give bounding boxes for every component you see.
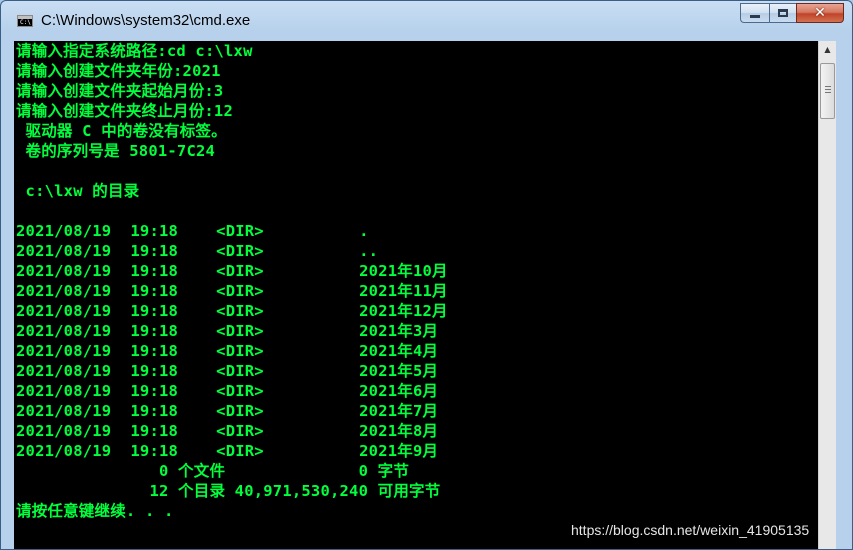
cmd-app-icon[interactable]: C:\ [17, 15, 33, 27]
console-line: 2021/08/19 19:18 <DIR> 2021年10月 [16, 262, 448, 280]
cmd-app-icon-label: C:\ [20, 19, 31, 26]
console-line: 12 个目录 40,971,530,240 可用字节 [16, 482, 441, 500]
console-line: 2021/08/19 19:18 <DIR> . [16, 222, 369, 240]
console-line: 2021/08/19 19:18 <DIR> 2021年9月 [16, 442, 439, 460]
console-line: 2021/08/19 19:18 <DIR> 2021年6月 [16, 382, 439, 400]
scrollbar-thumb[interactable] [820, 63, 835, 119]
console-line: 请按任意键继续. . . [16, 502, 174, 520]
grip-line [825, 89, 831, 90]
console-line: 请输入创建文件夹年份:2021 [16, 62, 221, 80]
maximize-button[interactable] [769, 3, 796, 23]
watermark-text: https://blog.csdn.net/weixin_41905135 [571, 522, 810, 538]
console-line: 2021/08/19 19:18 <DIR> 2021年4月 [16, 342, 439, 360]
console-output[interactable]: 请输入指定系统路径:cd c:\lxw 请输入创建文件夹年份:2021 请输入创建文… [14, 41, 818, 549]
console-line: 请输入创建文件夹终止月份:12 [16, 102, 233, 120]
console-line: 请输入创建文件夹起始月份:3 [16, 82, 224, 100]
console-line: 2021/08/19 19:18 <DIR> 2021年8月 [16, 422, 439, 440]
cmd-window: C:\ C:\Windows\system32\cmd.exe ✕ 请输入指定系… [0, 0, 853, 550]
console-line: c:\lxw 的目录 [16, 182, 140, 200]
minimize-icon [750, 15, 760, 18]
title-bar[interactable]: C:\ C:\Windows\system32\cmd.exe ✕ [1, 1, 852, 41]
console-lines: 请输入指定系统路径:cd c:\lxw 请输入创建文件夹年份:2021 请输入创建文… [16, 41, 448, 521]
maximize-icon [778, 9, 788, 17]
window-title: C:\Windows\system32\cmd.exe [41, 12, 251, 29]
close-button[interactable]: ✕ [796, 3, 844, 23]
window-frame-right [836, 41, 852, 549]
console-line: 请输入指定系统路径:cd c:\lxw [16, 42, 253, 60]
grip-line [825, 92, 831, 93]
scroll-up-icon[interactable]: ▲ [819, 41, 836, 58]
minimize-button[interactable] [740, 3, 769, 23]
console-line: 2021/08/19 19:18 <DIR> 2021年3月 [16, 322, 439, 340]
console-line: 2021/08/19 19:18 <DIR> 2021年11月 [16, 282, 448, 300]
console-line: 0 个文件 0 字节 [16, 462, 410, 480]
console-line: 2021/08/19 19:18 <DIR> 2021年7月 [16, 402, 439, 420]
console-line: 2021/08/19 19:18 <DIR> 2021年5月 [16, 362, 439, 380]
console-line: 卷的序列号是 5801-7C24 [16, 142, 216, 160]
close-icon: ✕ [814, 5, 826, 21]
grip-line [825, 86, 831, 87]
console-line: 2021/08/19 19:18 <DIR> .. [16, 242, 379, 260]
window-controls: ✕ [740, 3, 844, 23]
vertical-scrollbar[interactable]: ▲ [818, 41, 836, 549]
console-line: 驱动器 C 中的卷没有标签。 [16, 122, 227, 140]
console-line: 2021/08/19 19:18 <DIR> 2021年12月 [16, 302, 448, 320]
